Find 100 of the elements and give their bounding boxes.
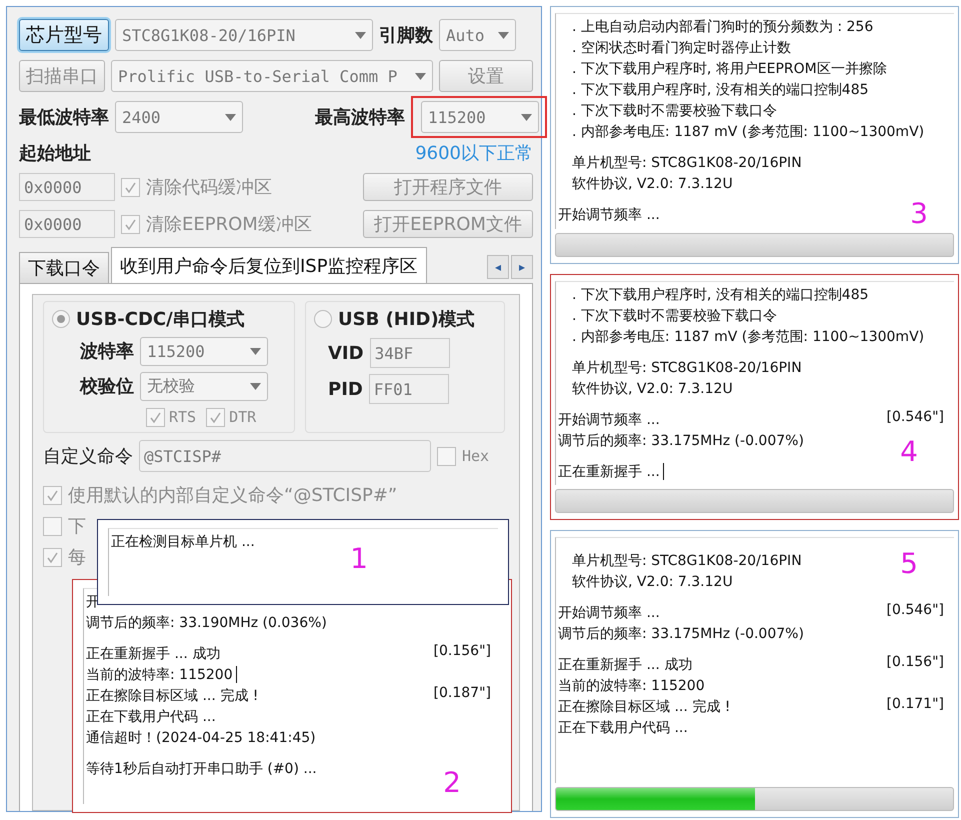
- log-line: 正在下载用户代码 ...: [86, 708, 216, 726]
- checkbox[interactable]: [437, 446, 456, 466]
- start-address-label: 起始地址: [19, 142, 91, 165]
- dropdown-arrow-icon: [250, 348, 261, 355]
- dropdown-arrow-icon: [415, 72, 426, 80]
- elapsed-time: [0.156"]: [886, 654, 944, 672]
- log-line: 当前的波特率: 115200: [86, 664, 237, 685]
- log-line: . 空闲状态时看门狗定时器停止计数: [572, 38, 791, 58]
- max-baud-select[interactable]: 115200: [421, 101, 539, 133]
- min-baud-select[interactable]: 2400: [115, 101, 243, 133]
- log-line: 单片机型号: STC8G1K08-20/16PIN: [572, 358, 802, 378]
- log-line: 单片机型号: STC8G1K08-20/16PIN: [572, 552, 802, 570]
- checkmark-icon: [209, 410, 222, 424]
- elapsed-time: [0.171"]: [886, 696, 944, 714]
- max-baud-label: 最高波特率: [315, 106, 405, 129]
- checkmark-icon: [46, 550, 59, 564]
- option-label: 使用默认的内部自定义命令“@STCISP#”: [68, 484, 398, 507]
- log-line: 正在重新握手 ...: [558, 461, 664, 482]
- log-line: 正在检测目标单片机 ...: [111, 532, 255, 552]
- input-field[interactable]: FF01: [368, 374, 449, 404]
- log-line: 当前的波特率: 115200: [558, 676, 705, 696]
- mode-label: USB-CDC/串口模式: [76, 308, 245, 331]
- tab-scroll-button[interactable]: ▸: [511, 255, 533, 279]
- log-line: 开始调节频率 ...: [558, 410, 660, 430]
- checkmark-icon: [149, 410, 162, 424]
- log-line: 软件协议, V2.0: 7.3.12U: [572, 380, 733, 398]
- log-line: 调节后的频率: 33.175MHz (-0.007%): [558, 624, 804, 644]
- tab[interactable]: 下载口令: [19, 252, 109, 283]
- log-line: . 内部参考电压: 1187 mV (参考范围: 1100~1300mV): [572, 122, 924, 142]
- annotation-note: 9600以下正常: [415, 142, 533, 165]
- log-line: 通信超时！(2024-04-25 18:41:45): [86, 728, 316, 748]
- log-line: 正在擦除目标区域 ... 完成 !: [558, 698, 730, 716]
- checkmark-icon: [124, 218, 137, 230]
- checkbox[interactable]: [43, 516, 62, 536]
- log-line: 正在重新握手 ... 成功: [558, 656, 692, 674]
- dropdown-arrow-icon: [355, 32, 366, 38]
- radio-button[interactable]: [314, 310, 332, 328]
- checkbox[interactable]: [43, 486, 62, 504]
- option-label: 下: [68, 515, 86, 538]
- elapsed-time: [0.546"]: [886, 602, 944, 620]
- tab[interactable]: 收到用户命令后复位到ISP监控程序区: [111, 247, 427, 283]
- address-field[interactable]: 0x0000: [19, 210, 115, 238]
- checkbox-label: Hex: [462, 447, 490, 465]
- log-line: 单片机型号: STC8G1K08-20/16PIN: [572, 154, 802, 172]
- annotation-number: 3: [910, 197, 928, 230]
- open-file-button[interactable]: 打开程序文件: [363, 173, 533, 201]
- checkbox[interactable]: [121, 214, 140, 234]
- annotation-number: 1: [350, 542, 368, 575]
- log-line: 调节后的频率: 33.175MHz (-0.007%): [558, 432, 804, 450]
- input-field[interactable]: 34BF: [370, 338, 450, 368]
- log-line: . 上电自动启动内部看门狗时的预分频数为 : 256: [572, 18, 874, 36]
- tab-scroll-button[interactable]: ◂: [487, 255, 509, 279]
- scan-port-button[interactable]: 扫描串口: [19, 60, 105, 92]
- log-line: 正在重新握手 ... 成功: [86, 644, 220, 664]
- checkbox-label: 清除EEPROM缓冲区: [146, 213, 312, 236]
- log-line: . 内部参考电压: 1187 mV (参考范围: 1100~1300mV): [572, 328, 924, 346]
- mode-label: USB (HID)模式: [338, 308, 475, 331]
- annotation-number: 2: [443, 766, 461, 799]
- log-line: 正在擦除目标区域 ... 完成 !: [86, 686, 258, 706]
- dropdown-arrow-icon: [225, 114, 236, 120]
- address-field[interactable]: 0x0000: [19, 173, 115, 201]
- log-line: . 下次下载用户程序时, 将用户EEPROM区一并擦除: [572, 60, 887, 78]
- checkbox[interactable]: [43, 548, 62, 566]
- elapsed-time: [0.187"]: [434, 685, 491, 703]
- checkbox-label: 清除代码缓冲区: [146, 176, 272, 199]
- log-line: 等待1秒后自动打开串口助手 (#0) ...: [86, 760, 317, 778]
- settings-button[interactable]: 设置: [439, 60, 533, 92]
- checkbox-label: RTS: [169, 408, 196, 426]
- checkbox[interactable]: [146, 408, 165, 427]
- log-line: 调节后的频率: 33.190MHz (0.036%): [86, 614, 327, 632]
- log-line: . 下次下载用户程序时, 没有相关的端口控制485: [572, 80, 869, 100]
- chip-select[interactable]: STC8G1K08-20/16PIN: [115, 19, 373, 51]
- elapsed-time: [0.546"]: [886, 409, 944, 427]
- checkmark-icon: [124, 180, 137, 194]
- pins-select[interactable]: Auto: [439, 19, 516, 51]
- annotation-number: 5: [900, 547, 918, 580]
- chip-model-button[interactable]: 芯片型号: [19, 19, 109, 51]
- radio-button[interactable]: [52, 310, 70, 328]
- checkbox-label: DTR: [229, 408, 256, 426]
- custom-command-field[interactable]: @STCISP#: [139, 440, 431, 472]
- field-label: PID: [328, 378, 363, 400]
- option-select[interactable]: 无校验: [140, 372, 268, 401]
- log-line: 开始调节频率 ...: [558, 604, 660, 622]
- field-label: 校验位: [80, 375, 134, 398]
- dropdown-arrow-icon: [250, 382, 261, 390]
- annotation-number: 4: [900, 435, 918, 468]
- option-select[interactable]: 115200: [140, 337, 268, 366]
- field-label: VID: [328, 342, 364, 364]
- log-line: 开始调节频率 ...: [558, 206, 660, 224]
- checkbox[interactable]: [121, 178, 140, 196]
- dropdown-arrow-icon: [498, 32, 509, 38]
- log-line: . 下次下载时不需要校验下载口令: [572, 306, 777, 326]
- open-file-button[interactable]: 打开EEPROM文件: [363, 210, 533, 238]
- elapsed-time: [0.156"]: [434, 643, 491, 661]
- port-select[interactable]: Prolific USB-to-Serial Comm P: [111, 60, 433, 92]
- log-line: . 下次下载用户程序时, 没有相关的端口控制485: [572, 286, 869, 304]
- min-baud-label: 最低波特率: [19, 106, 109, 129]
- log-line: . 下次下载时不需要校验下载口令: [572, 102, 777, 120]
- pins-label: 引脚数: [379, 24, 433, 47]
- checkbox[interactable]: [206, 408, 226, 427]
